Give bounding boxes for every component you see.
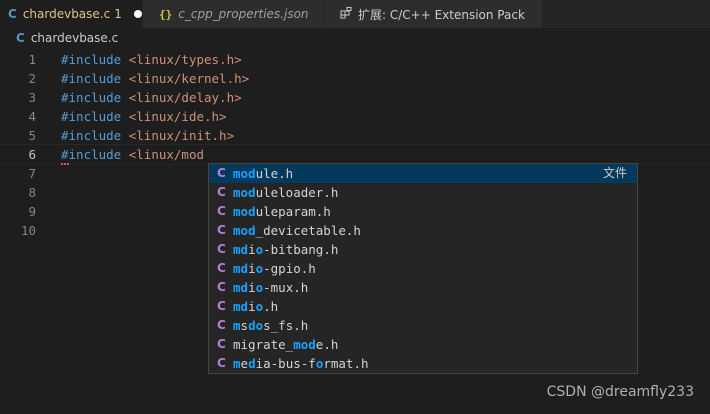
suggestion-label: msdos_fs.h — [233, 318, 309, 333]
code-text: #include <linux/types.h> — [61, 52, 242, 67]
tab-c-cpp-properties[interactable]: {} c_cpp_properties.json — [143, 0, 323, 28]
watermark: CSDN @dreamfly233 — [546, 384, 694, 400]
line-number: 5 — [28, 128, 36, 143]
line-number: 3 — [28, 90, 36, 105]
code-line[interactable]: 2 #include <linux/kernel.h> — [0, 69, 710, 88]
code-line[interactable]: 5 #include <linux/init.h> — [0, 126, 710, 145]
unsaved-dot-icon[interactable] — [133, 10, 142, 18]
suggestion-label: module.h — [233, 166, 294, 181]
code-text: #include <linux/ide.h> — [61, 109, 227, 124]
line-number: 4 — [28, 109, 36, 124]
suggestion-detail: 文件 — [602, 166, 627, 180]
suggestion-item[interactable]: C media-bus-format.h — [209, 354, 637, 373]
line-number: 8 — [28, 185, 36, 200]
c-file-icon: C — [217, 299, 226, 313]
suggestion-label: mdio-mux.h — [233, 280, 309, 295]
c-file-icon: C — [8, 7, 17, 21]
code-line[interactable]: 4 #include <linux/ide.h> — [0, 107, 710, 126]
extensions-icon — [340, 6, 352, 22]
suggestion-item[interactable]: C module.h 文件 — [209, 164, 637, 183]
suggestion-item[interactable]: C moduleloader.h — [209, 183, 637, 202]
line-number: 10 — [20, 223, 36, 238]
suggestion-label: moduleparam.h — [233, 204, 331, 219]
line-number: 2 — [28, 71, 36, 86]
suggestion-item[interactable]: C mdio-bitbang.h — [209, 240, 637, 259]
breadcrumb[interactable]: C chardevbase.c — [0, 28, 710, 48]
c-file-icon: C — [217, 204, 226, 218]
suggestion-label: mdio-bitbang.h — [233, 242, 339, 257]
suggestion-label: migrate_mode.h — [233, 337, 339, 352]
code-line[interactable]: 3 #include <linux/delay.h> — [0, 88, 710, 107]
c-file-icon: C — [217, 356, 226, 370]
tab-extension-pack[interactable]: 扩展: C/C++ Extension Pack — [324, 0, 542, 28]
c-file-icon: C — [16, 31, 25, 45]
problem-count-badge: 1 — [114, 7, 122, 21]
c-file-icon: C — [217, 166, 226, 180]
c-file-icon: C — [217, 185, 226, 199]
code-text: #include <linux/kernel.h> — [61, 71, 250, 86]
suggestion-item[interactable]: C moduleparam.h — [209, 202, 637, 221]
suggestion-label: media-bus-format.h — [233, 356, 369, 371]
c-file-icon: C — [217, 242, 226, 256]
suggestion-item[interactable]: C mod_devicetable.h — [209, 221, 637, 240]
editor-tab-bar: C chardevbase.c 1 {} c_cpp_properties.js… — [0, 0, 710, 28]
c-file-icon: C — [217, 223, 226, 237]
tab-label: chardevbase.c — [22, 7, 111, 21]
c-file-icon: C — [217, 261, 226, 275]
autocomplete-suggestions[interactable]: C module.h 文件 C moduleloader.h C modulep… — [208, 163, 638, 374]
code-text: #include <linux/mod — [61, 147, 205, 162]
line-number: 6 — [28, 147, 36, 162]
suggestion-label: mdio-gpio.h — [233, 261, 316, 276]
suggestion-label: mod_devicetable.h — [233, 223, 361, 238]
tab-chardevbase[interactable]: C chardevbase.c 1 — [0, 0, 142, 28]
code-text: #include <linux/init.h> — [61, 128, 235, 143]
code-text: #include <linux/delay.h> — [61, 90, 242, 105]
c-file-icon: C — [217, 337, 226, 351]
json-file-icon: {} — [159, 7, 173, 21]
code-line[interactable]: 1 #include <linux/types.h> — [0, 50, 710, 69]
breadcrumb-file[interactable]: chardevbase.c — [31, 31, 118, 45]
c-file-icon: C — [217, 280, 226, 294]
tab-label: c_cpp_properties.json — [178, 7, 309, 21]
code-line-current[interactable]: 6 #include <linux/mod — [0, 144, 710, 165]
line-number: 7 — [28, 166, 36, 181]
tab-label: 扩展: C/C++ Extension Pack — [358, 7, 525, 22]
suggestion-item[interactable]: C mdio.h — [209, 297, 637, 316]
suggestion-item[interactable]: C msdos_fs.h — [209, 316, 637, 335]
line-number: 9 — [28, 204, 36, 219]
c-file-icon: C — [217, 318, 226, 332]
suggestion-label: mdio.h — [233, 299, 279, 314]
suggestion-item[interactable]: C mdio-gpio.h — [209, 259, 637, 278]
line-number: 1 — [28, 52, 36, 67]
suggestion-item[interactable]: C mdio-mux.h — [209, 278, 637, 297]
suggestion-label: moduleloader.h — [233, 185, 339, 200]
suggestion-item[interactable]: C migrate_mode.h — [209, 335, 637, 354]
